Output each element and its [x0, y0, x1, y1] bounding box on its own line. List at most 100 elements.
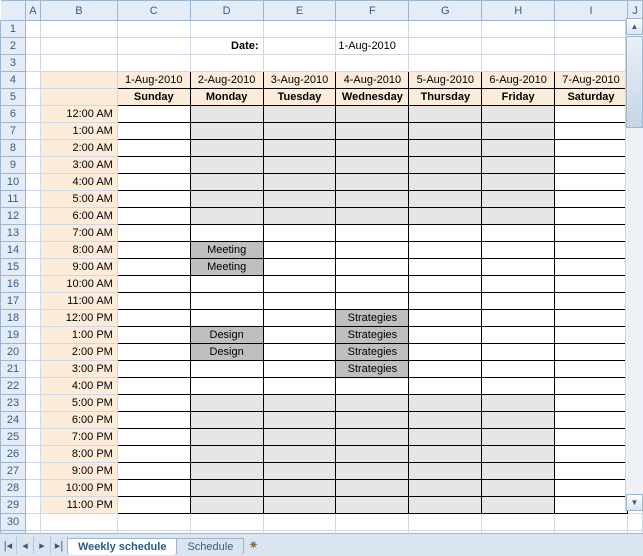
schedule-cell-1-4[interactable]: [190, 174, 263, 191]
cell-D1[interactable]: [190, 21, 263, 38]
schedule-cell-4-8[interactable]: [409, 242, 482, 259]
cell-A22[interactable]: [25, 378, 40, 395]
cell-E30[interactable]: [263, 514, 336, 531]
schedule-cell-2-11[interactable]: [263, 293, 336, 310]
schedule-cell-1-23[interactable]: [190, 497, 263, 514]
schedule-cell-2-18[interactable]: [263, 412, 336, 429]
schedule-cell-3-10[interactable]: [336, 276, 409, 293]
schedule-cell-5-3[interactable]: [482, 157, 555, 174]
schedule-cell-5-15[interactable]: [482, 361, 555, 378]
col-header-C[interactable]: C: [117, 1, 190, 21]
schedule-cell-2-4[interactable]: [263, 174, 336, 191]
cell-A7[interactable]: [25, 123, 40, 140]
schedule-cell-1-14[interactable]: Design: [190, 344, 263, 361]
schedule-cell-6-10[interactable]: [555, 276, 628, 293]
schedule-cell-2-8[interactable]: [263, 242, 336, 259]
schedule-cell-3-6[interactable]: [336, 208, 409, 225]
schedule-cell-6-13[interactable]: [555, 327, 628, 344]
schedule-cell-4-14[interactable]: [409, 344, 482, 361]
schedule-cell-5-4[interactable]: [482, 174, 555, 191]
row-header-26[interactable]: 26: [1, 446, 26, 463]
schedule-cell-0-13[interactable]: [117, 327, 190, 344]
schedule-cell-1-15[interactable]: [190, 361, 263, 378]
schedule-cell-1-22[interactable]: [190, 480, 263, 497]
row-header-30[interactable]: 30: [1, 514, 26, 531]
schedule-cell-1-19[interactable]: [190, 429, 263, 446]
cell-B1[interactable]: [40, 21, 117, 38]
row-header-13[interactable]: 13: [1, 225, 26, 242]
cell-F3[interactable]: [336, 55, 409, 72]
schedule-cell-2-9[interactable]: [263, 259, 336, 276]
schedule-cell-3-7[interactable]: [336, 225, 409, 242]
schedule-cell-6-20[interactable]: [555, 446, 628, 463]
schedule-cell-6-2[interactable]: [555, 140, 628, 157]
schedule-cell-5-11[interactable]: [482, 293, 555, 310]
schedule-cell-2-22[interactable]: [263, 480, 336, 497]
scroll-down-button[interactable]: ▼: [626, 494, 643, 511]
schedule-cell-5-23[interactable]: [482, 497, 555, 514]
cell-A1[interactable]: [25, 21, 40, 38]
cell-A4[interactable]: [25, 72, 40, 89]
schedule-cell-4-16[interactable]: [409, 378, 482, 395]
row-header-5[interactable]: 5: [1, 89, 26, 106]
schedule-cell-3-19[interactable]: [336, 429, 409, 446]
cell-A2[interactable]: [25, 38, 40, 55]
schedule-cell-4-0[interactable]: [409, 106, 482, 123]
schedule-cell-4-18[interactable]: [409, 412, 482, 429]
schedule-cell-3-21[interactable]: [336, 463, 409, 480]
schedule-cell-5-12[interactable]: [482, 310, 555, 327]
schedule-cell-3-17[interactable]: [336, 395, 409, 412]
schedule-cell-2-1[interactable]: [263, 123, 336, 140]
schedule-cell-2-19[interactable]: [263, 429, 336, 446]
row-header-22[interactable]: 22: [1, 378, 26, 395]
cell-B30[interactable]: [40, 514, 117, 531]
cell-A11[interactable]: [25, 191, 40, 208]
col-header-D[interactable]: D: [190, 1, 263, 21]
schedule-cell-5-7[interactable]: [482, 225, 555, 242]
schedule-cell-6-14[interactable]: [555, 344, 628, 361]
schedule-cell-0-2[interactable]: [117, 140, 190, 157]
row-header-6[interactable]: 6: [1, 106, 26, 123]
schedule-cell-3-13[interactable]: Strategies: [336, 327, 409, 344]
cell-A20[interactable]: [25, 344, 40, 361]
cell-E2[interactable]: [263, 38, 336, 55]
col-header-B[interactable]: B: [40, 1, 117, 21]
schedule-cell-2-17[interactable]: [263, 395, 336, 412]
schedule-cell-3-4[interactable]: [336, 174, 409, 191]
schedule-cell-1-3[interactable]: [190, 157, 263, 174]
cell-A27[interactable]: [25, 463, 40, 480]
cell-A12[interactable]: [25, 208, 40, 225]
cell-G31[interactable]: [409, 531, 482, 534]
cell-A30[interactable]: [25, 514, 40, 531]
schedule-cell-1-11[interactable]: [190, 293, 263, 310]
schedule-cell-4-10[interactable]: [409, 276, 482, 293]
row-header-18[interactable]: 18: [1, 310, 26, 327]
scroll-thumb[interactable]: [626, 36, 643, 128]
schedule-cell-1-16[interactable]: [190, 378, 263, 395]
schedule-cell-2-14[interactable]: [263, 344, 336, 361]
cell-A13[interactable]: [25, 225, 40, 242]
row-header-20[interactable]: 20: [1, 344, 26, 361]
schedule-cell-0-3[interactable]: [117, 157, 190, 174]
schedule-cell-6-15[interactable]: [555, 361, 628, 378]
row-header-31[interactable]: 31: [1, 531, 26, 534]
row-header-2[interactable]: 2: [1, 38, 26, 55]
schedule-cell-0-8[interactable]: [117, 242, 190, 259]
schedule-cell-5-9[interactable]: [482, 259, 555, 276]
schedule-cell-4-3[interactable]: [409, 157, 482, 174]
cell-G3[interactable]: [409, 55, 482, 72]
schedule-cell-2-10[interactable]: [263, 276, 336, 293]
schedule-cell-2-21[interactable]: [263, 463, 336, 480]
schedule-cell-6-3[interactable]: [555, 157, 628, 174]
tab-nav-prev[interactable]: ◂: [17, 536, 34, 554]
schedule-cell-0-7[interactable]: [117, 225, 190, 242]
schedule-cell-4-4[interactable]: [409, 174, 482, 191]
schedule-cell-3-12[interactable]: Strategies: [336, 310, 409, 327]
schedule-cell-5-22[interactable]: [482, 480, 555, 497]
schedule-cell-4-9[interactable]: [409, 259, 482, 276]
cell-A23[interactable]: [25, 395, 40, 412]
row-header-8[interactable]: 8: [1, 140, 26, 157]
cell-C3[interactable]: [117, 55, 190, 72]
cell-H30[interactable]: [482, 514, 555, 531]
schedule-cell-2-0[interactable]: [263, 106, 336, 123]
